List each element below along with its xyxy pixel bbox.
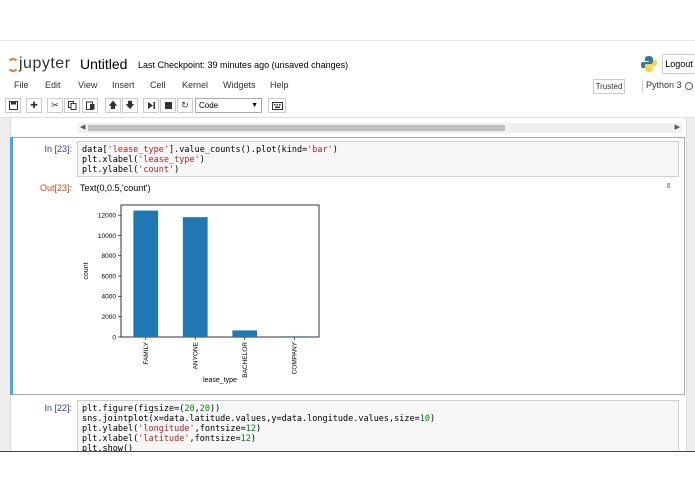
x-axis-label: lease_type [203, 377, 237, 384]
chevron-down-icon: ▼ [251, 102, 258, 109]
restart-icon: ↻ [181, 100, 189, 110]
bar-bachelor [232, 330, 258, 337]
step-forward-icon [147, 102, 155, 109]
kernel-status-icon [685, 82, 693, 90]
trusted-badge[interactable]: Trusted [593, 79, 625, 94]
code-line: plt.ylabel('count') [82, 165, 180, 175]
menu-file[interactable]: File [14, 80, 29, 90]
paste-button[interactable] [82, 98, 98, 113]
menu-widgets[interactable]: Widgets [223, 80, 256, 90]
run-button[interactable] [143, 98, 159, 113]
code-editor[interactable]: plt.figure(figsize=(20,20)) sns.jointplo… [77, 400, 679, 452]
command-palette-button[interactable] [268, 98, 286, 113]
scrollbar-thumb[interactable] [88, 125, 505, 131]
bar-anyone [182, 217, 208, 337]
browser-top-strip [0, 0, 695, 47]
notebook-title[interactable]: Untitled [80, 56, 127, 72]
input-prompt: In [23]: [44, 144, 72, 154]
output-prompt: Out[23]: [39, 183, 72, 193]
jupyter-orbit-icon [7, 58, 19, 72]
jupyter-logo[interactable]: jupyter [7, 55, 71, 75]
paste-icon [85, 101, 94, 110]
bar-company [281, 336, 307, 337]
code-line: sns.jointplot(x=data.latitude.values,y=d… [82, 414, 436, 424]
code-line: data['lease_type'].value_counts().plot(k… [82, 145, 338, 155]
y-tick-label: 8000 [102, 253, 117, 260]
output-text: Text(0,0.5,'count') [80, 183, 151, 193]
save-button[interactable] [5, 98, 21, 113]
menu-insert[interactable]: Insert [112, 80, 135, 90]
move-down-button[interactable]: 🡇 [122, 98, 138, 113]
bar-family [133, 210, 159, 337]
divider [0, 40, 695, 42]
plus-icon: ✚ [30, 100, 38, 110]
scroll-right-icon[interactable]: ▶ [675, 123, 680, 131]
y-tick-label: 6000 [102, 273, 117, 280]
arrow-down-icon: 🡇 [125, 100, 135, 110]
x-tick-label: BACHELOR [242, 342, 249, 378]
input-prompt: In [22]: [44, 403, 72, 413]
copy-button[interactable] [64, 98, 80, 113]
save-icon [8, 101, 18, 110]
y-tick-label: 0 [112, 334, 116, 341]
logout-button[interactable]: Logout [662, 54, 695, 74]
code-line: plt.ylabel('longitude',fontsize=12) [82, 424, 262, 434]
y-tick-label: 4000 [102, 294, 117, 301]
keyboard-icon [271, 102, 283, 110]
arrow-up-icon: 🡅 [108, 100, 118, 110]
y-tick-label: 10000 [98, 233, 116, 240]
stop-icon [164, 102, 172, 109]
logo-text: jupyter [19, 55, 71, 72]
code-editor[interactable]: data['lease_type'].value_counts().plot(k… [77, 141, 679, 177]
toolbar: ✚ ✂ 🡅 🡇 ↻ Code ▼ [0, 96, 695, 117]
y-tick-label: 2000 [102, 314, 117, 321]
x-tick-label: COMPANY [291, 341, 298, 374]
code-line: plt.xlabel('lease_type') [82, 155, 205, 165]
menubar: File Edit View Insert Cell Kernel Widget… [0, 78, 695, 95]
menu-help[interactable]: Help [270, 80, 289, 90]
cut-icon: ✂ [51, 100, 59, 110]
restart-button[interactable]: ↻ [177, 98, 193, 113]
code-line: plt.xlabel('latitude',fontsize=12) [82, 434, 257, 444]
y-axis-label: count [83, 262, 90, 279]
cut-button[interactable]: ✂ [47, 98, 63, 113]
output-scroll-toggle-icon[interactable]: ⇕ [664, 182, 673, 192]
cell-type-value: Code [199, 101, 219, 110]
checkpoint-status: Last Checkpoint: 39 minutes ago (unsaved… [138, 60, 349, 70]
horizontal-scrollbar[interactable]: ◀ ▶ [78, 123, 682, 133]
copy-icon [67, 101, 76, 110]
code-line: plt.figure(figsize=(20,20)) [82, 404, 221, 414]
x-tick-label: ANYONE [192, 341, 199, 369]
menu-edit[interactable]: Edit [45, 80, 61, 90]
interrupt-button[interactable] [160, 98, 176, 113]
x-tick-label: FAMILY [143, 341, 150, 364]
menu-kernel[interactable]: Kernel [182, 80, 208, 90]
bottom-margin [0, 451, 695, 494]
scroll-left-icon[interactable]: ◀ [80, 123, 85, 131]
insert-cell-button[interactable]: ✚ [26, 98, 42, 113]
menu-cell[interactable]: Cell [150, 80, 166, 90]
bar-chart: 0 2000 4000 6000 8000 10000 12000 FAMILY ANYONE… [83, 204, 320, 384]
move-up-button[interactable]: 🡅 [105, 98, 121, 113]
divider [642, 80, 643, 92]
cell-type-select[interactable]: Code ▼ [195, 98, 262, 113]
kernel-name: Python 3 [646, 80, 682, 90]
python-logo-icon [641, 56, 657, 72]
menu-view[interactable]: View [78, 80, 97, 90]
y-tick-label: 12000 [98, 212, 116, 219]
notebook-header: jupyter Untitled Last Checkpoint: 39 min… [0, 50, 695, 78]
